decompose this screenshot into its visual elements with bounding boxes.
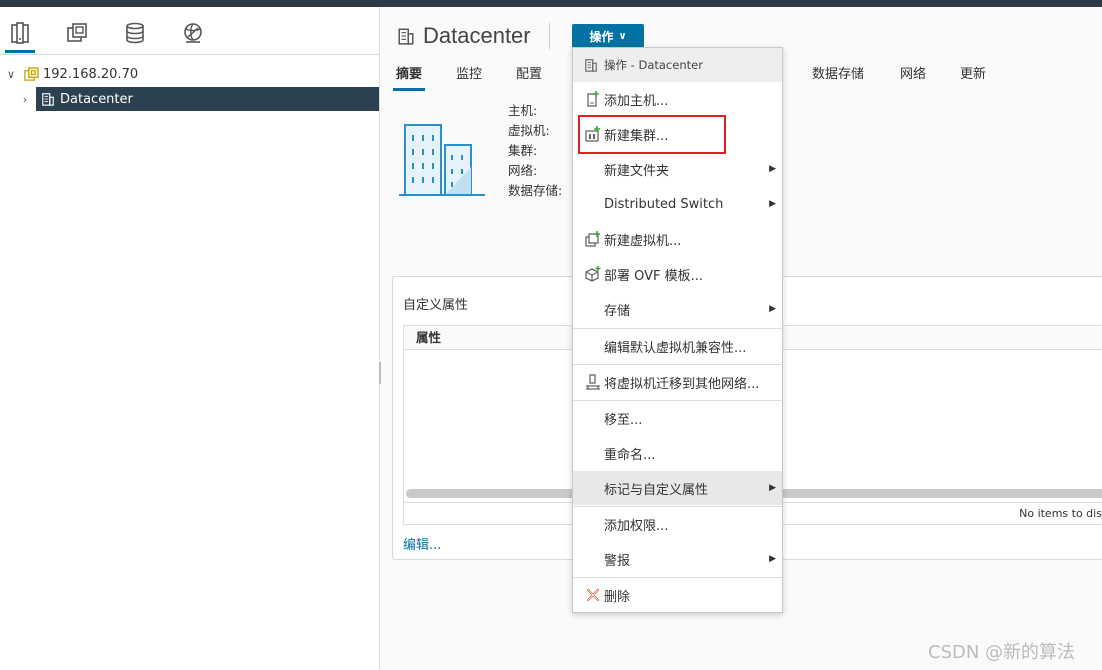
new-vm-icon <box>585 231 601 247</box>
menu-item-label: 新建虚拟机... <box>604 233 682 249</box>
menu-item-migrate-network[interactable]: 将虚拟机迁移到其他网络... <box>573 365 782 399</box>
menu-item-new-vm[interactable]: 新建虚拟机... <box>573 222 782 256</box>
deploy-ovf-icon <box>585 266 601 282</box>
submenu-arrow-icon: ▶ <box>769 199 776 209</box>
menu-item-add-permission[interactable]: 添加权限... <box>573 507 782 541</box>
tree-item-label: 192.168.20.70 <box>43 66 139 82</box>
tree-item-datacenter[interactable]: › Datacenter <box>18 87 379 111</box>
navigator-tabs <box>0 7 380 55</box>
chevron-right-icon[interactable]: › <box>18 93 32 106</box>
menu-item-label: 新建文件夹 <box>604 163 670 179</box>
divider <box>548 23 550 49</box>
add-host-icon <box>585 91 601 107</box>
edit-link[interactable]: 编辑... <box>403 534 441 553</box>
actions-button[interactable]: 操作 ∨ <box>572 24 644 48</box>
submenu-arrow-icon: ▶ <box>769 304 776 314</box>
tab-datastores[interactable]: 数据存储 <box>812 63 864 91</box>
menu-item-label: 警报 <box>604 553 631 569</box>
datacenter-icon <box>397 27 415 45</box>
label-datastores: 数据存储: <box>508 183 563 198</box>
delete-icon <box>585 587 601 603</box>
storage-icon[interactable] <box>120 21 150 53</box>
tab-updates[interactable]: 更新 <box>960 63 986 91</box>
tab-networks[interactable]: 网络 <box>900 63 926 91</box>
menu-header-label: 操作 - Datacenter <box>604 58 703 72</box>
menu-item-move-to[interactable]: 移至... <box>573 401 782 435</box>
submenu-arrow-icon: ▶ <box>769 164 776 174</box>
tab-monitor[interactable]: 监控 <box>456 63 482 91</box>
label-hosts: 主机: <box>508 103 538 118</box>
networking-icon[interactable] <box>178 21 208 53</box>
menu-item-label: 移至... <box>604 412 643 428</box>
migrate-network-icon <box>585 374 601 390</box>
watermark: CSDN @新的算法 <box>928 642 1076 663</box>
vcenter-icon <box>24 66 39 82</box>
menu-item-edit-vm-compatibility[interactable]: 编辑默认虚拟机兼容性... <box>573 329 782 363</box>
menu-item-label: 删除 <box>604 589 631 605</box>
menu-item-add-host[interactable]: 添加主机... <box>573 82 782 116</box>
hosts-clusters-icon[interactable] <box>5 21 35 53</box>
label-clusters: 集群: <box>508 143 538 158</box>
datacenter-illustration <box>399 124 485 196</box>
label-vms: 虚拟机: <box>508 123 550 138</box>
tab-configure[interactable]: 配置 <box>516 63 542 91</box>
menu-item-label: 添加权限... <box>604 518 669 534</box>
navigator-panel: ∨ 192.168.20.70 › Datacenter <box>0 7 380 670</box>
tree-item-selected[interactable]: Datacenter <box>36 87 379 111</box>
menu-item-storage[interactable]: 存储 ▶ <box>573 292 782 326</box>
menu-item-tags-attributes[interactable]: 标记与自定义属性 ▶ <box>573 471 782 505</box>
menu-item-label: 编辑默认虚拟机兼容性... <box>604 340 747 356</box>
menu-header: 操作 - Datacenter <box>573 48 782 82</box>
page-title: Datacenter <box>423 23 531 48</box>
menu-item-label: 标记与自定义属性 <box>604 482 709 498</box>
submenu-arrow-icon: ▶ <box>769 483 776 493</box>
menu-item-label: 重命名... <box>604 447 656 463</box>
menu-item-label: 存储 <box>604 303 631 319</box>
object-header: Datacenter <box>397 23 550 49</box>
menu-item-label: 添加主机... <box>604 93 669 109</box>
menu-item-label: 将虚拟机迁移到其他网络... <box>604 376 760 392</box>
card-title: 自定义属性 <box>403 298 469 313</box>
tree-item-label: Datacenter <box>60 91 133 107</box>
highlight-box <box>578 115 726 154</box>
chevron-down-icon[interactable]: ∨ <box>4 68 18 81</box>
empty-message: No items to displ <box>1019 507 1102 520</box>
menu-item-label: 部署 OVF 模板... <box>604 268 704 284</box>
menu-item-label: Distributed Switch <box>604 196 724 212</box>
menu-item-distributed-switch[interactable]: Distributed Switch ▶ <box>573 187 782 221</box>
datacenter-icon <box>584 58 598 72</box>
actions-button-label: 操作 <box>589 29 614 44</box>
menu-item-new-folder[interactable]: 新建文件夹 ▶ <box>573 152 782 186</box>
top-bar <box>0 0 1102 7</box>
menu-item-alarms[interactable]: 警报 ▶ <box>573 542 782 576</box>
chevron-down-icon: ∨ <box>618 30 627 42</box>
tab-summary[interactable]: 摘要 <box>393 63 426 91</box>
vms-templates-icon[interactable] <box>62 21 92 53</box>
tree-item-vcenter[interactable]: ∨ 192.168.20.70 <box>4 62 138 86</box>
menu-item-deploy-ovf[interactable]: 部署 OVF 模板... <box>573 257 782 291</box>
label-networks: 网络: <box>508 163 538 178</box>
submenu-arrow-icon: ▶ <box>769 554 776 564</box>
summary-properties: 主机: 虚拟机: 集群: 网络: 数据存储: <box>508 101 562 201</box>
menu-item-rename[interactable]: 重命名... <box>573 436 782 470</box>
datacenter-icon <box>41 92 55 106</box>
menu-item-delete[interactable]: 删除 <box>573 578 782 612</box>
